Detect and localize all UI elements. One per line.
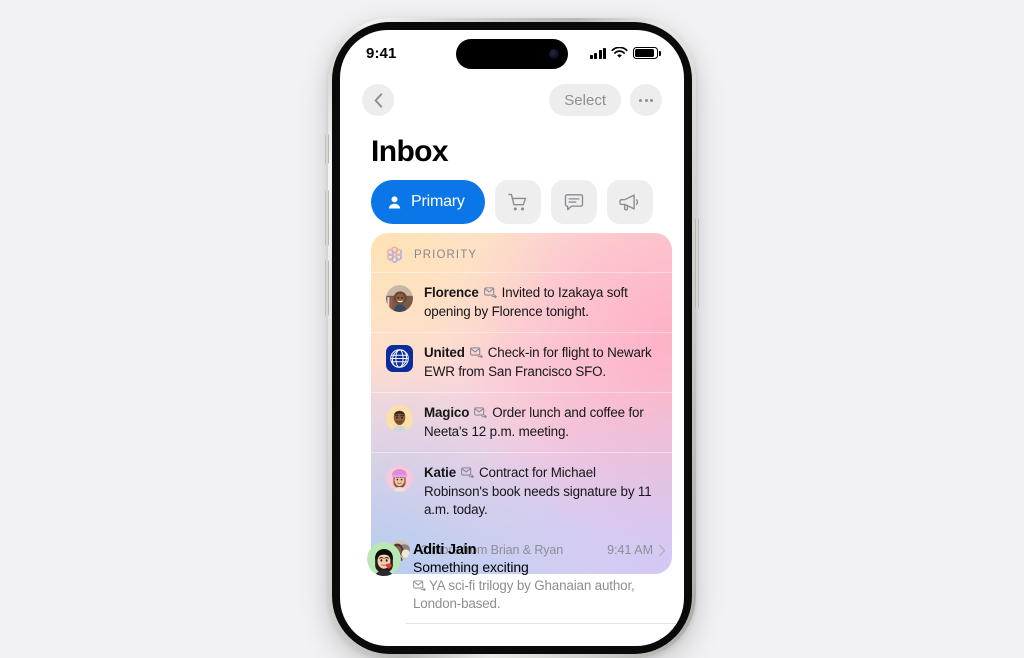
message-preview-line: YA sci-fi trilogy by Ghanaian author, Lo…	[413, 577, 666, 613]
priority-item-text: United Check-in for flight to Newark EWR…	[424, 344, 658, 381]
device-screen: 9:41 Select Inbox Primary PRIORITY Flore…	[340, 30, 684, 646]
message-time: 9:41 AM	[607, 543, 653, 557]
action-button[interactable]	[325, 134, 329, 164]
message-row[interactable]: Aditi Jain 9:41 AM Something exciting YA…	[340, 530, 684, 623]
ellipsis-icon	[639, 98, 653, 102]
priority-item[interactable]: United Check-in for flight to Newark EWR…	[371, 332, 672, 392]
cart-icon	[507, 193, 526, 210]
mail-forward-icon	[461, 467, 474, 479]
message-list: Aditi Jain 9:41 AM Something exciting YA…	[340, 530, 684, 624]
navigation-bar: Select	[340, 78, 684, 122]
priority-item[interactable]: Florence Invited to Izakaya soft opening…	[371, 272, 672, 332]
memoji-woman-beanie-avatar	[386, 465, 413, 492]
navigation-actions: Select	[549, 84, 662, 116]
back-button[interactable]	[362, 84, 394, 116]
screenshot-stage: 9:41 Select Inbox Primary PRIORITY Flore…	[0, 0, 1024, 658]
power-button[interactable]	[695, 218, 699, 308]
tab-primary[interactable]: Primary	[371, 180, 485, 224]
front-camera	[549, 49, 559, 59]
message-subject: Something exciting	[413, 559, 529, 575]
priority-item-text: Florence Invited to Izakaya soft opening…	[424, 284, 658, 321]
mail-forward-icon	[413, 580, 426, 592]
united-airlines-logo	[386, 345, 413, 372]
priority-item[interactable]: Katie Contract for Michael Robinson's bo…	[371, 452, 672, 531]
message-body: Aditi Jain 9:41 AM Something exciting YA…	[413, 542, 666, 613]
tab-primary-label: Primary	[411, 193, 465, 210]
list-divider	[406, 623, 684, 624]
message-meta: 9:41 AM	[607, 543, 666, 557]
battery-full-icon	[633, 47, 661, 59]
volume-up-button[interactable]	[325, 190, 329, 246]
priority-item-summary: Contract for Michael Robinson's book nee…	[424, 465, 652, 517]
chevron-right-icon	[658, 543, 666, 557]
message-header: Aditi Jain 9:41 AM	[413, 542, 666, 558]
priority-item-sender: Magico	[424, 405, 470, 420]
memoji-woman-green-avatar	[367, 542, 401, 576]
more-options-button[interactable]	[630, 84, 662, 116]
page-title: Inbox	[371, 135, 449, 168]
status-indicators	[589, 47, 661, 59]
dynamic-island	[456, 39, 568, 69]
iphone-device-frame: 9:41 Select Inbox Primary PRIORITY Flore…	[325, 18, 699, 658]
tab-transactions[interactable]	[494, 180, 541, 224]
apple-intelligence-icon	[386, 246, 403, 263]
priority-card: PRIORITY Florence Invited to Izakaya sof…	[371, 233, 672, 574]
priority-item-sender: Florence	[424, 285, 479, 300]
status-time: 9:41	[366, 44, 397, 62]
mail-forward-icon	[474, 407, 488, 419]
select-button[interactable]: Select	[549, 84, 621, 116]
chat-bubble-icon	[564, 193, 583, 210]
priority-item-text: Magico Order lunch and coffee for Neeta'…	[424, 404, 658, 441]
mailbox-tab-bar: Primary	[371, 180, 653, 224]
volume-down-button[interactable]	[325, 260, 329, 316]
person-icon	[388, 195, 401, 208]
photo-woman-avatar	[386, 285, 413, 312]
wifi-icon	[611, 47, 628, 58]
message-preview: YA sci-fi trilogy by Ghanaian author, Lo…	[413, 578, 635, 611]
priority-item-sender: Katie	[424, 465, 456, 480]
priority-item[interactable]: Magico Order lunch and coffee for Neeta'…	[371, 392, 672, 452]
priority-item-text: Katie Contract for Michael Robinson's bo…	[424, 464, 658, 520]
tab-promotions[interactable]	[606, 180, 653, 224]
priority-label: PRIORITY	[414, 248, 478, 261]
cellular-bars-icon	[589, 47, 606, 59]
mail-forward-icon	[483, 287, 497, 299]
megaphone-icon	[619, 193, 639, 211]
mail-forward-icon	[469, 347, 483, 359]
message-sender: Aditi Jain	[413, 542, 477, 558]
memoji-man-avatar	[386, 405, 413, 432]
priority-header: PRIORITY	[371, 233, 672, 272]
chevron-left-icon	[374, 92, 382, 108]
priority-item-sender: United	[424, 345, 465, 360]
tab-updates[interactable]	[550, 180, 597, 224]
